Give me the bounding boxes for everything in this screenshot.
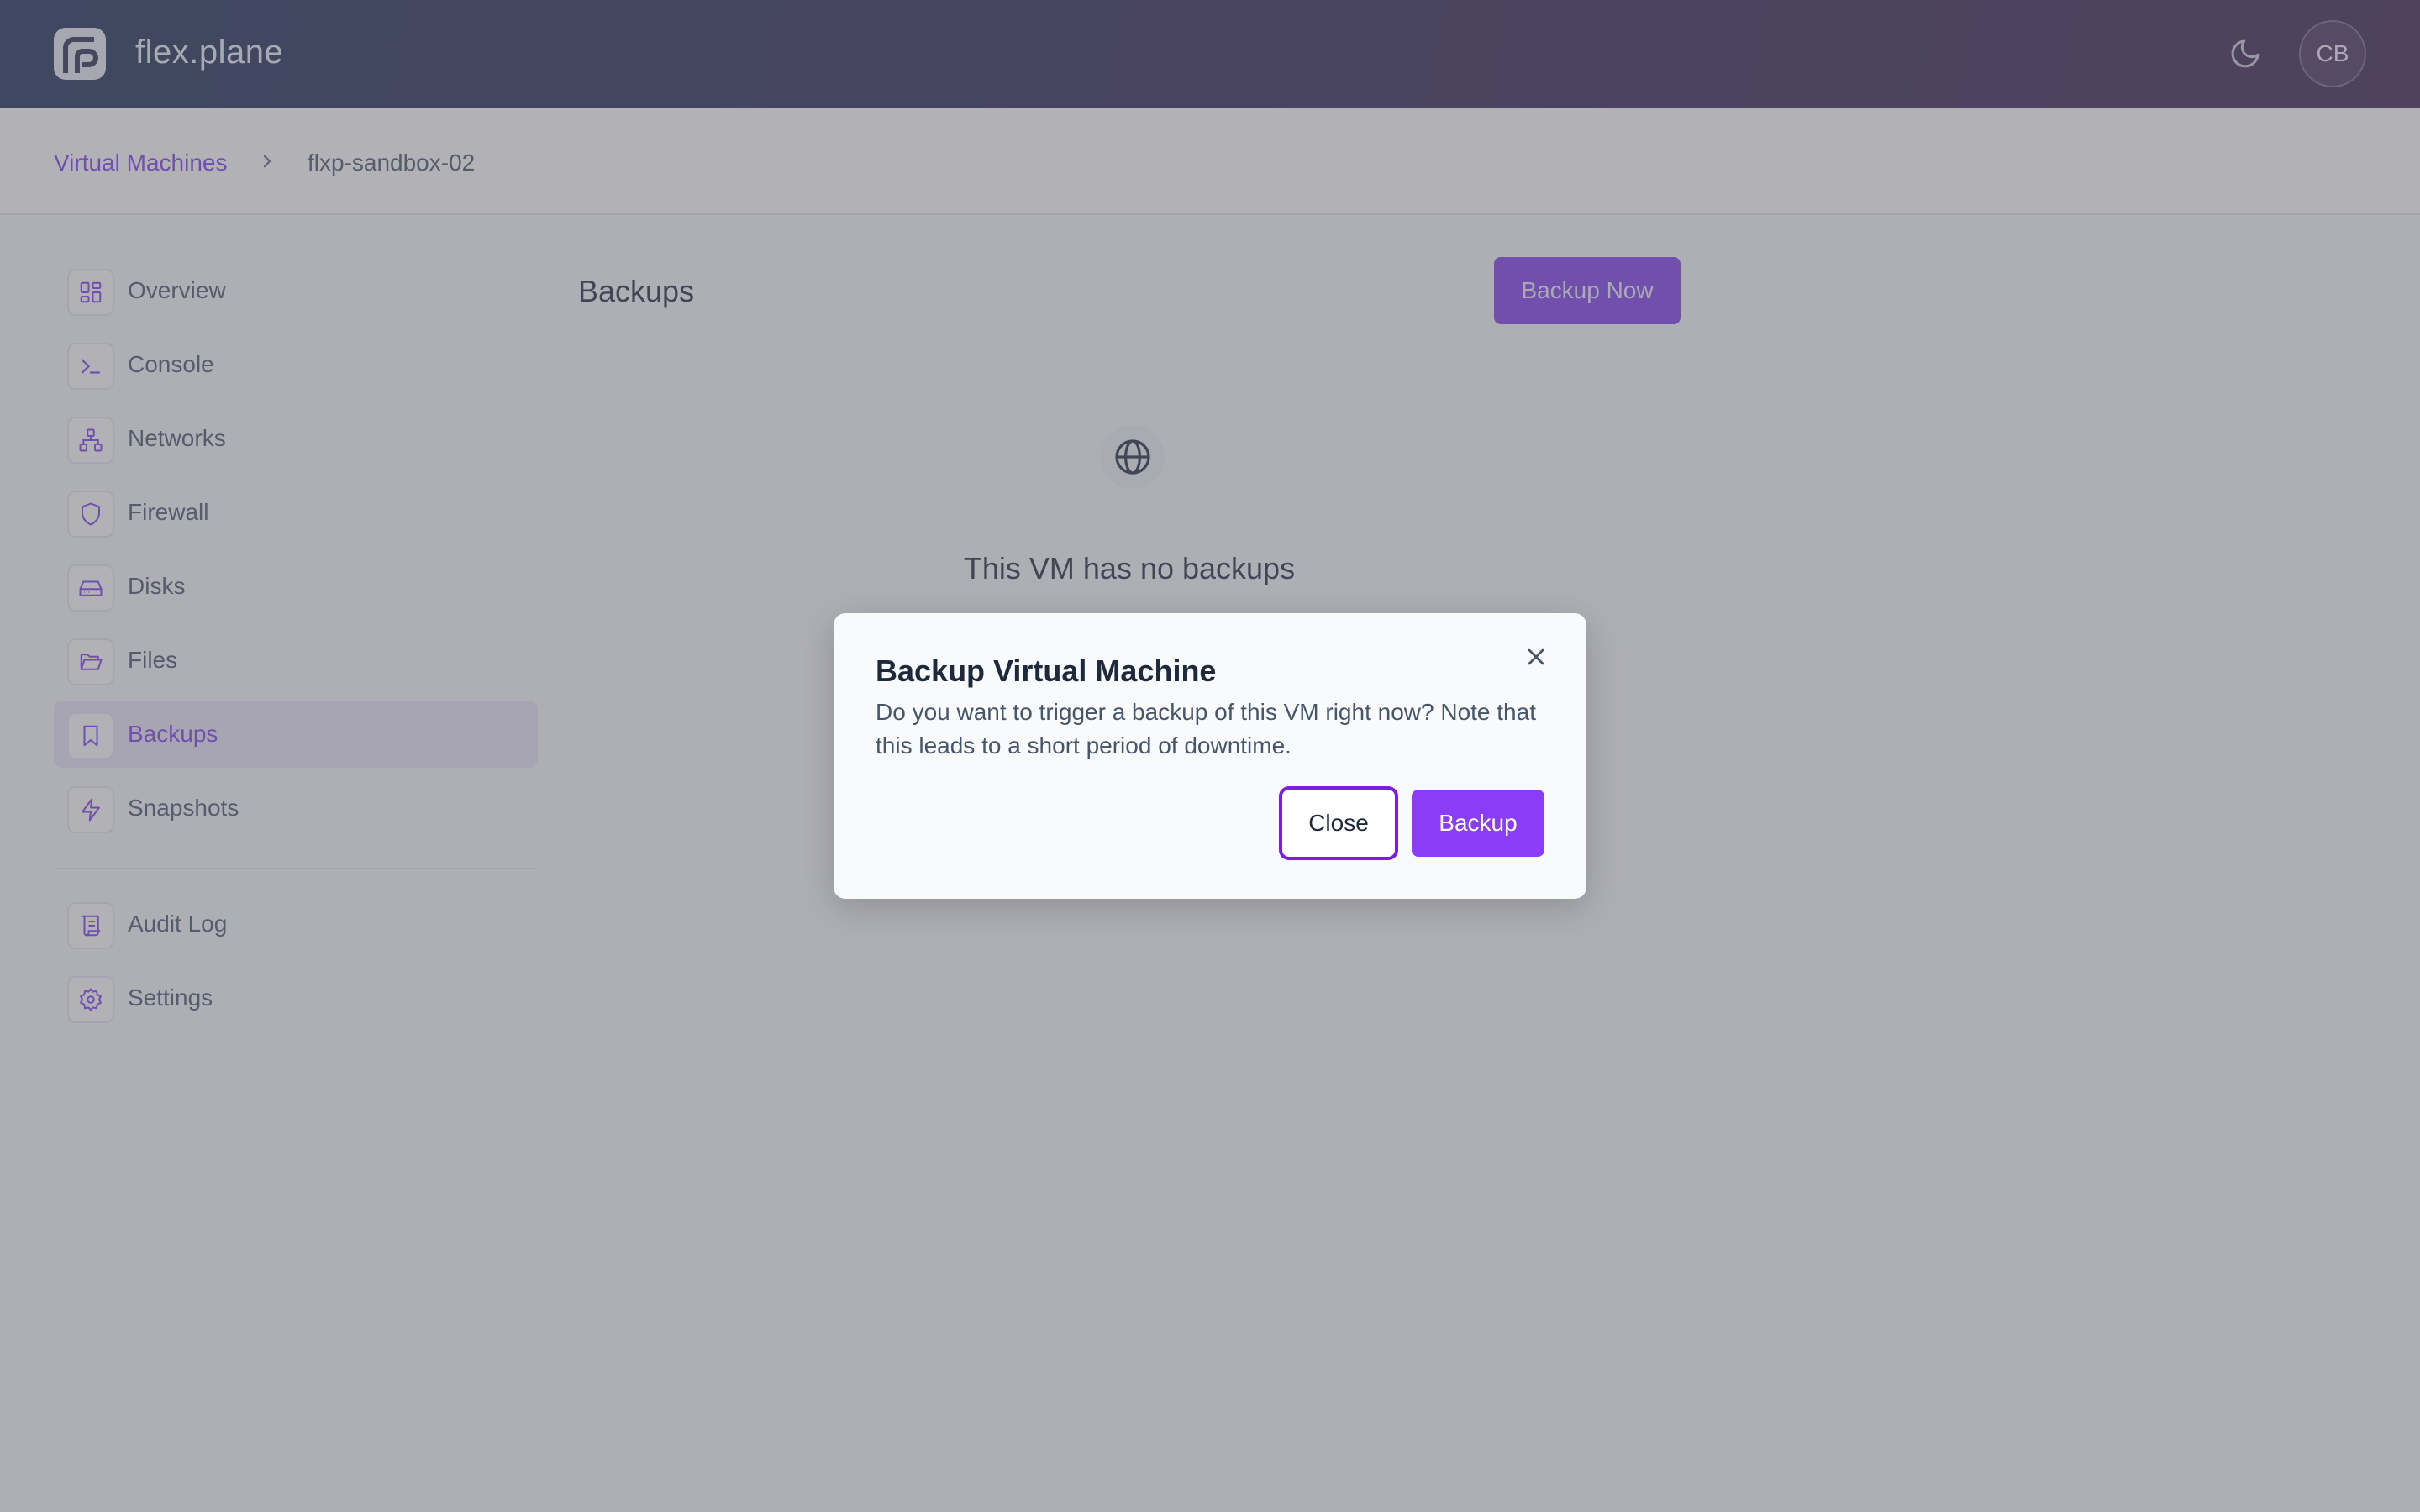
confirm-backup-button[interactable]: Backup: [1412, 790, 1544, 857]
close-button[interactable]: Close: [1279, 786, 1398, 860]
dialog-title: Backup Virtual Machine: [876, 654, 1217, 688]
close-icon[interactable]: [1523, 643, 1549, 670]
dialog-message: Do you want to trigger a backup of this …: [876, 699, 1536, 759]
backup-dialog: Backup Virtual Machine Do you want to tr…: [834, 613, 1586, 899]
